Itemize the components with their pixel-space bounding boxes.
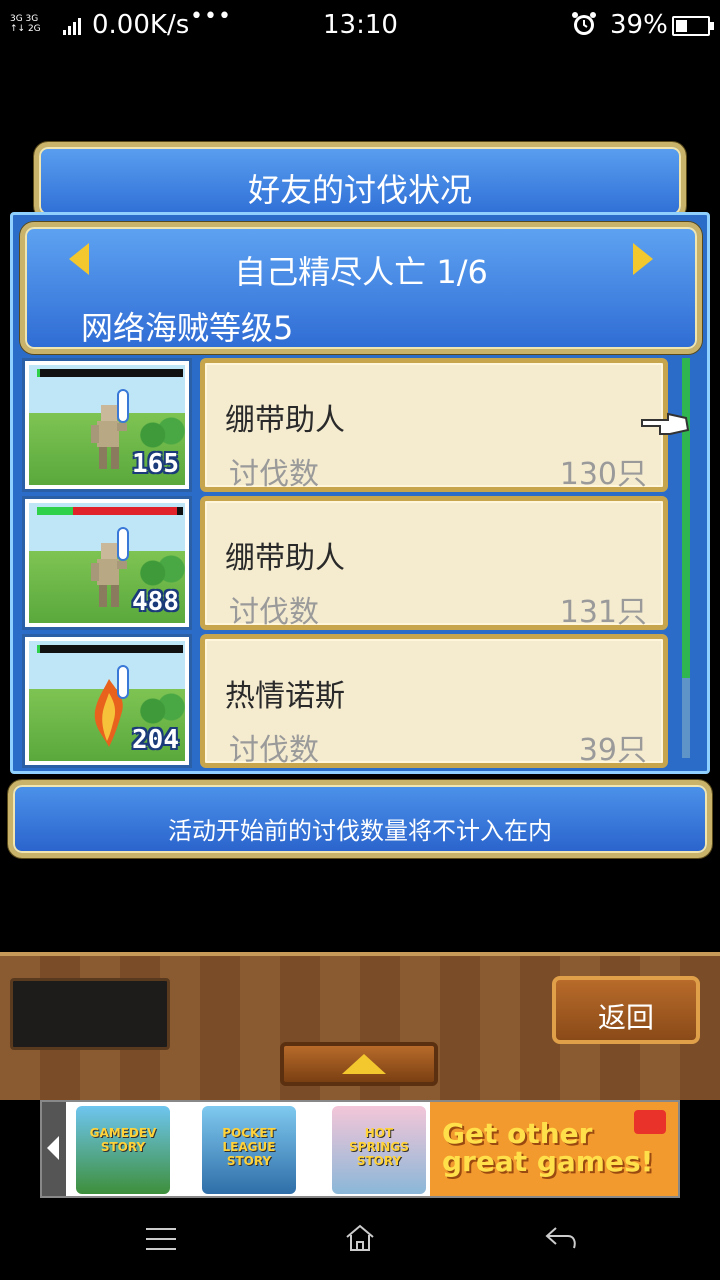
network-indicator: 3G 3G ↑↓ 2G [10,14,41,34]
home-icon[interactable] [344,1222,376,1254]
list-item[interactable]: 204 热情诺斯 讨伐数 39只 [22,634,670,768]
ad-cta-text: Get other great games! [442,1120,653,1176]
kill-count-value: 130只 [559,457,647,492]
monster-name: 热情诺斯 [225,679,345,714]
trees-decoration [139,549,185,589]
back-button[interactable]: 返回 [552,976,700,1044]
ad-cta-line1: Get other [442,1117,593,1150]
list-item[interactable]: 165 绷带助人 讨伐数 130只 [22,358,670,492]
network-line1: 3G 3G [10,14,39,24]
network-speed: 0.00K/s [92,10,190,40]
level-badge: 488 [132,587,179,617]
monster-name: 绷带助人 [225,541,345,576]
ad-previous-button[interactable] [42,1102,66,1196]
empty-slot [10,978,170,1050]
list-item[interactable]: 488 绷带助人 讨伐数 131只 [22,496,670,630]
friend-name: 自己精尽人亡 1/6 [234,253,488,291]
friend-header: 自己精尽人亡 1/6 网络海贼等级5 [20,222,702,354]
ad-game-label: GAMEDEV STORY [89,1126,157,1154]
monster-card: 绷带助人 讨伐数 131只 [200,496,668,630]
alarm-icon [572,12,596,35]
ad-game-gamedev-story[interactable]: GAMEDEV STORY [76,1106,170,1194]
monster-thumbnail: 204 [22,634,192,768]
ad-cta[interactable]: Get other great games! [430,1102,678,1196]
kill-count-value: 131只 [559,595,647,630]
battery-percent: 39% [610,10,668,40]
network-line2: ↑↓ 2G [10,24,41,34]
ad-banner[interactable]: GAMEDEV STORY POCKET LEAGUE STORY HOT SP… [40,1100,680,1198]
menu-icon[interactable] [146,1228,176,1250]
ad-game-label: POCKET LEAGUE STORY [222,1126,276,1168]
navigation-bar [0,1198,720,1280]
clock: 13:10 [323,10,398,40]
kill-count-label: 讨伐数 [229,733,319,768]
ad-arrow-icon [634,1110,666,1134]
kill-count-value: 39只 [578,733,647,768]
gauge-icon [117,665,129,699]
next-friend-arrow-icon[interactable] [633,243,653,275]
friend-level: 网络海贼等级5 [81,309,294,347]
page-title: 好友的讨伐状况 [247,171,472,209]
notice-panel: 活动开始前的讨伐数量将不计入在内 [8,780,712,858]
up-arrow-icon [342,1054,386,1074]
monster-card: 热情诺斯 讨伐数 39只 [200,634,668,768]
gauge-icon [117,527,129,561]
ad-game-label: HOT SPRINGS STORY [349,1126,409,1168]
gauge-icon [117,389,129,423]
pointing-hand-icon [641,412,690,435]
monster-card: 绷带助人 讨伐数 130只 [200,358,668,492]
ad-game-hot-springs-story[interactable]: HOT SPRINGS STORY [332,1106,426,1194]
monster-name: 绷带助人 [225,403,345,438]
kill-count-label: 讨伐数 [229,457,319,492]
kill-count-label: 讨伐数 [229,595,319,630]
back-arrow-icon[interactable] [544,1224,578,1252]
monster-thumbnail: 488 [22,496,192,630]
monster-thumbnail: 165 [22,358,192,492]
notice-text: 活动开始前的讨伐数量将不计入在内 [168,817,552,845]
level-badge: 204 [132,725,179,755]
ad-game-pocket-league-story[interactable]: POCKET LEAGUE STORY [202,1106,296,1194]
status-bar: 3G 3G ↑↓ 2G 0.00K/s ••• 13:10 39% [0,0,720,52]
scroll-up-button[interactable] [280,1042,438,1086]
trees-decoration [139,411,185,451]
wooden-control-bar: 返回 [0,952,720,1100]
hp-bar [37,369,183,377]
trees-decoration [139,687,185,727]
ad-cta-line2: great games! [442,1145,654,1178]
level-badge: 165 [132,449,179,479]
hp-bar [37,507,183,515]
signal-icon [63,18,81,35]
battery-icon [672,16,714,36]
hp-bar [37,645,183,653]
title-panel: 好友的讨伐状况 [34,142,686,220]
more-notifications-icon: ••• [190,4,232,29]
back-button-label: 返回 [597,1001,654,1034]
scrollbar-thumb[interactable] [682,358,690,678]
